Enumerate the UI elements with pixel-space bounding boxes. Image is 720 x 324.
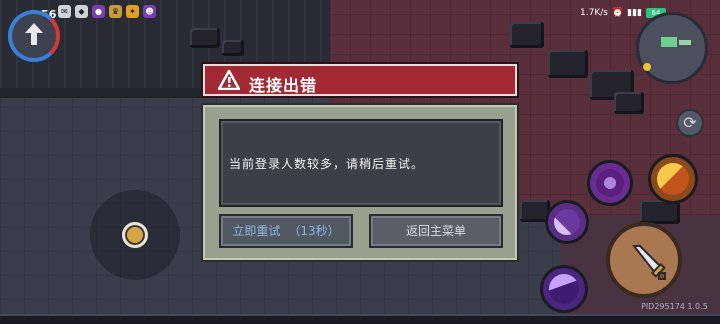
minimap-player-marker: [643, 63, 651, 71]
dialog-title-bar: 连接出错: [203, 64, 517, 96]
refresh-button[interactable]: ⟳: [676, 109, 704, 137]
connection-error-dialog: 当前登录人数较多，请稍后重试。 立即重试 （13秒） 返回主菜单: [203, 105, 517, 260]
alarm-icon: ⏰: [611, 8, 624, 18]
movement-joystick[interactable]: [90, 190, 180, 280]
rock: [222, 40, 244, 56]
rock: [548, 50, 588, 78]
crown-icon: ♛: [109, 5, 122, 18]
skill-button-dash[interactable]: [540, 265, 588, 313]
minimap[interactable]: [636, 12, 708, 84]
character-icon: ☻: [143, 5, 156, 18]
main-menu-label: 返回主菜单: [405, 224, 466, 238]
shadow-skill-icon: [596, 169, 624, 197]
fire-icon: ✦: [126, 5, 139, 18]
app-icon: ◆: [75, 5, 88, 18]
retry-countdown: （13秒）: [288, 224, 340, 238]
build-info: PID295174 1.0.5: [641, 302, 708, 311]
dialog-title: 连接出错: [249, 76, 318, 95]
sword-icon: [631, 245, 666, 280]
warning-icon: [218, 70, 240, 90]
network-speed: 1.7K/s: [580, 8, 608, 18]
rock: [190, 28, 220, 48]
skill-button-slash[interactable]: [545, 200, 589, 244]
message-icon: ✉: [58, 5, 71, 18]
status-bar: 8:56 ✉ ◆ ● ♛ ✦ ☻ 1.7K/s ⏰ ▮▮▮ 64: [0, 0, 720, 30]
skill-button-fire[interactable]: [648, 154, 698, 204]
notification-icons: ✉ ◆ ● ♛ ✦ ☻: [58, 5, 156, 18]
slash-skill-icon: [554, 209, 580, 235]
retry-label: 立即重试: [232, 224, 281, 238]
attack-button[interactable]: [606, 222, 682, 298]
rock: [614, 92, 644, 114]
main-menu-button[interactable]: 返回主菜单: [369, 214, 503, 248]
message-box: 当前登录人数较多，请稍后重试。: [219, 119, 503, 207]
signal-icon: ▮▮▮: [627, 8, 643, 18]
minimap-room: [661, 37, 677, 47]
refresh-icon: ⟳: [683, 113, 697, 132]
dialog-message: 当前登录人数较多，请稍后重试。: [229, 157, 425, 171]
fire-skill-icon: [657, 163, 689, 195]
minimap-room: [679, 40, 691, 45]
bottom-rail: [0, 314, 720, 324]
home-arrow-icon: [25, 23, 43, 45]
joystick-knob[interactable]: [122, 222, 148, 248]
retry-button[interactable]: 立即重试 （13秒）: [219, 214, 353, 248]
home-button[interactable]: [8, 10, 60, 62]
skill-button-shadow[interactable]: [587, 160, 633, 206]
game-app-icon: ●: [92, 5, 105, 18]
dash-skill-icon: [549, 274, 579, 304]
